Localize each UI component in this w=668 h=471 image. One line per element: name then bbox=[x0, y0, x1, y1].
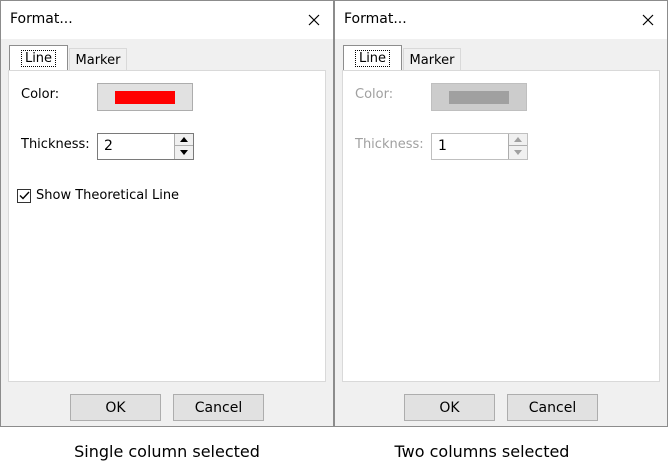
ok-button[interactable]: OK bbox=[404, 394, 495, 421]
spin-down-button bbox=[509, 146, 527, 158]
thickness-label: Thickness: bbox=[355, 137, 424, 152]
title-bar: Format... bbox=[335, 1, 667, 39]
close-button[interactable] bbox=[637, 9, 659, 31]
spin-down-button[interactable] bbox=[175, 146, 193, 158]
thickness-value[interactable]: 1 bbox=[438, 138, 447, 154]
color-picker-button[interactable] bbox=[97, 83, 193, 111]
color-label: Color: bbox=[355, 87, 394, 102]
triangle-down-icon bbox=[180, 149, 188, 155]
thickness-stepper[interactable]: 1 bbox=[431, 133, 528, 160]
tab-marker-label: Marker bbox=[75, 53, 121, 68]
close-button[interactable] bbox=[303, 9, 325, 31]
triangle-up-icon bbox=[514, 137, 522, 142]
color-swatch bbox=[115, 90, 175, 104]
thickness-value[interactable]: 2 bbox=[104, 138, 113, 154]
tab-line-label: Line bbox=[20, 49, 57, 67]
thickness-label: Thickness: bbox=[21, 137, 90, 152]
tab-line-label: Line bbox=[354, 49, 391, 67]
format-dialog-single: Format... Line Marker Color: Thickness: … bbox=[0, 0, 334, 427]
spin-up-button[interactable] bbox=[175, 134, 193, 146]
caption-two: Two columns selected bbox=[394, 442, 570, 461]
dialog-title: Format... bbox=[10, 11, 73, 27]
triangle-up-icon bbox=[180, 137, 188, 142]
tab-marker-label: Marker bbox=[409, 53, 455, 68]
stepper-buttons bbox=[174, 134, 193, 159]
show-theoretical-line-checkbox[interactable]: Show Theoretical Line bbox=[17, 188, 179, 203]
color-label: Color: bbox=[21, 87, 60, 102]
show-theoretical-line-label: Show Theoretical Line bbox=[36, 188, 180, 203]
color-swatch bbox=[449, 90, 509, 104]
thickness-stepper[interactable]: 2 bbox=[97, 133, 194, 160]
format-dialog-multi: Format... Line Marker Color: Thickness: … bbox=[334, 0, 668, 427]
tab-marker[interactable]: Marker bbox=[69, 48, 127, 72]
tab-marker[interactable]: Marker bbox=[403, 48, 461, 72]
cancel-button[interactable]: Cancel bbox=[507, 394, 598, 421]
checkmark-icon bbox=[19, 191, 30, 200]
cancel-button[interactable]: Cancel bbox=[173, 394, 264, 421]
close-icon bbox=[642, 14, 654, 26]
close-icon bbox=[308, 14, 320, 26]
tab-line[interactable]: Line bbox=[343, 45, 402, 70]
spin-up-button bbox=[509, 134, 527, 146]
title-bar: Format... bbox=[1, 1, 333, 39]
color-picker-button bbox=[431, 83, 527, 111]
checkbox-box[interactable] bbox=[17, 188, 31, 203]
stepper-buttons bbox=[508, 134, 527, 159]
triangle-down-icon bbox=[514, 149, 522, 155]
tab-line[interactable]: Line bbox=[9, 45, 68, 70]
dialog-title: Format... bbox=[344, 11, 407, 27]
line-tab-panel: Color: Thickness: 2 Show Theoretical Lin… bbox=[8, 70, 326, 382]
ok-button[interactable]: OK bbox=[70, 394, 161, 421]
caption-single: Single column selected bbox=[74, 442, 260, 461]
line-tab-panel: Color: Thickness: 1 bbox=[342, 70, 660, 382]
